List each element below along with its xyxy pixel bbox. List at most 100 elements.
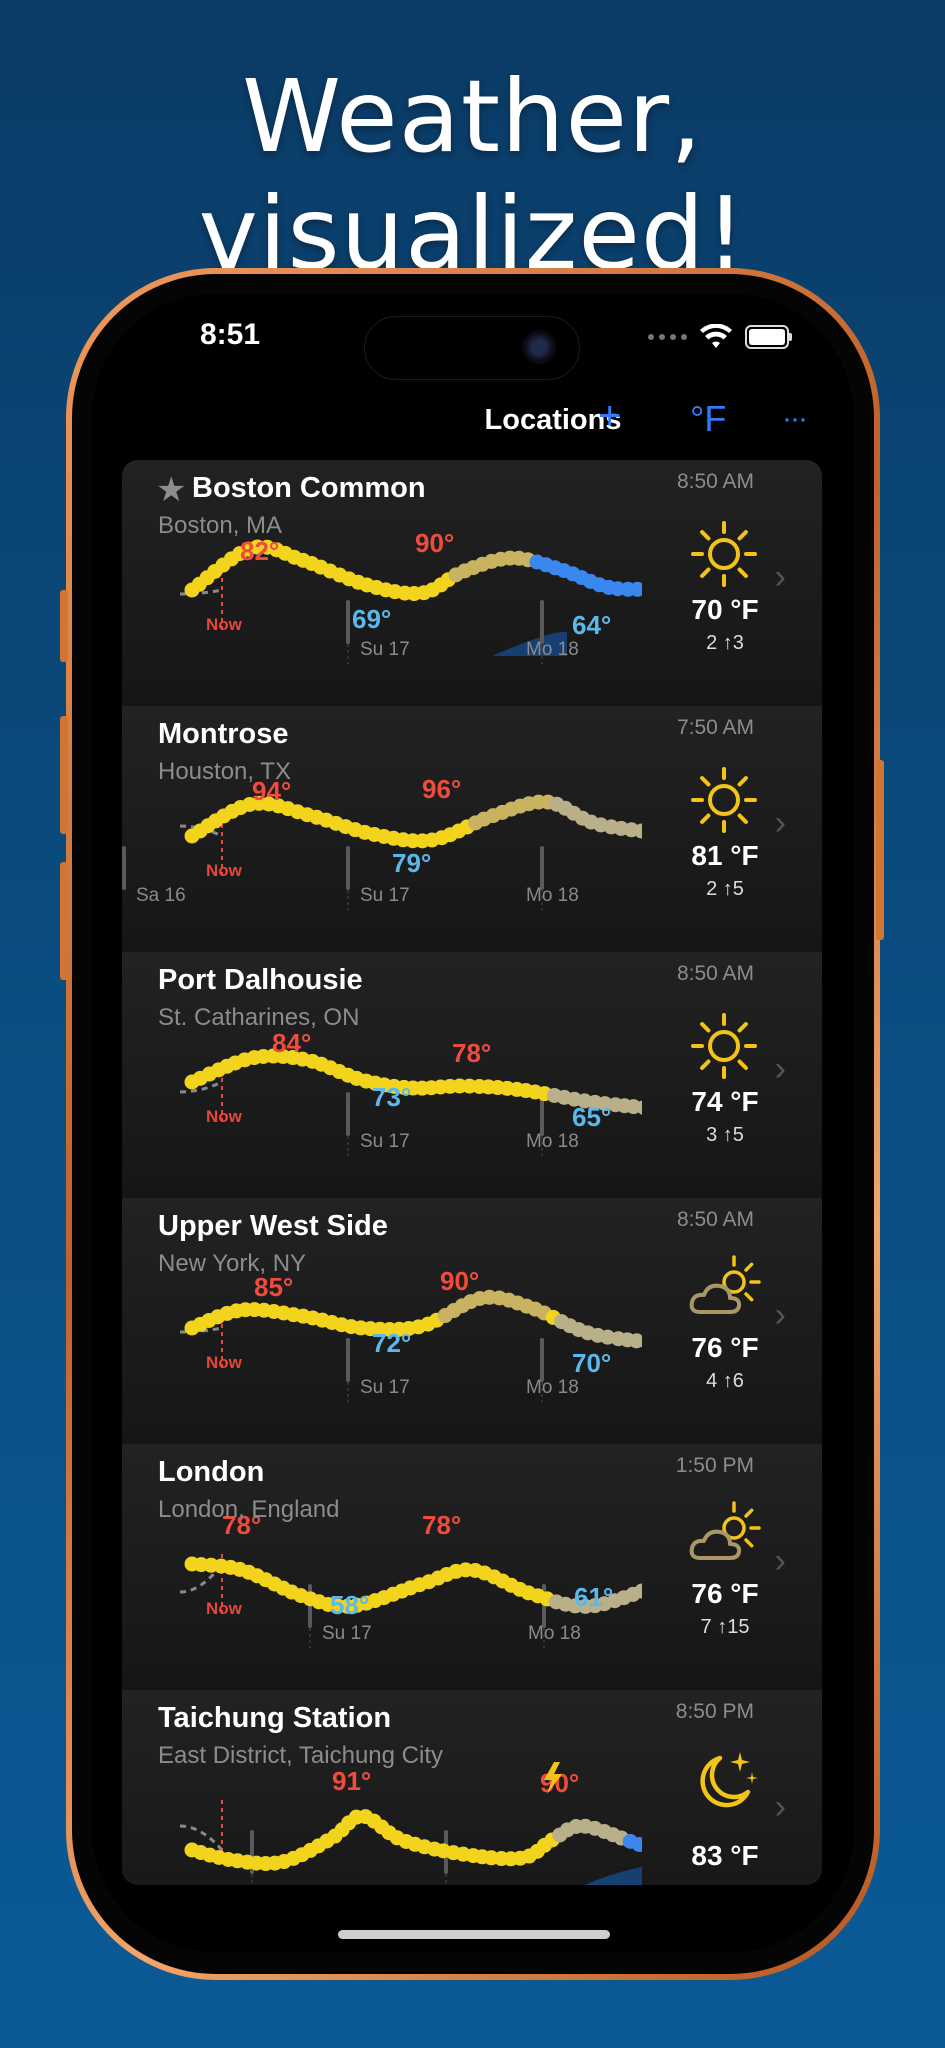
low-label: 70° xyxy=(572,1348,611,1378)
low-label: 61° xyxy=(574,1582,613,1612)
now-label: Now xyxy=(206,1353,243,1372)
high-label: 78° xyxy=(452,1038,491,1068)
low-label: 72° xyxy=(372,1328,411,1358)
day-divider xyxy=(346,600,350,644)
day-divider xyxy=(346,1092,350,1136)
current-temperature: 76 °F xyxy=(691,1578,759,1609)
location-subtitle: St. Catharines, ON xyxy=(158,1004,360,1031)
sun-icon xyxy=(691,767,757,833)
location-subtitle: London, England xyxy=(158,1496,340,1523)
sun-icon xyxy=(691,1013,757,1079)
more-button[interactable]: ··· xyxy=(782,402,808,436)
partly-cloudy-icon xyxy=(689,1255,761,1314)
location-title: Montrose xyxy=(158,718,289,750)
low-label: 64° xyxy=(572,610,611,640)
headline: Weather, visualized! xyxy=(198,58,747,292)
now-label: Now xyxy=(206,615,243,634)
local-time: 8:50 AM xyxy=(676,470,754,493)
high-label: 84° xyxy=(272,1028,311,1058)
location-title: Taichung Station xyxy=(158,1702,392,1734)
day-divider xyxy=(540,1338,544,1382)
nav-title: Locations xyxy=(484,404,622,436)
status-time: 8:51 xyxy=(200,318,261,351)
location-row-port-dalhousie[interactable]: 84° 78° 73° 65° Now Su 17 Mo 18 Port Dalhousie… xyxy=(122,952,822,1199)
day-label: Mo 18 xyxy=(528,1623,581,1644)
location-title: London xyxy=(158,1456,265,1488)
now-label: Now xyxy=(206,1107,243,1126)
low-label: 58° xyxy=(330,1590,369,1620)
location-subtitle: East District, Taichung City xyxy=(158,1742,443,1769)
battery-icon xyxy=(745,325,792,349)
day-label: Su 17 xyxy=(322,1623,372,1644)
high-label: 78° xyxy=(422,1510,461,1540)
local-time: 7:50 AM xyxy=(676,716,754,739)
signal-icon xyxy=(648,334,687,340)
volume-up-button xyxy=(60,716,68,834)
uv-index: 7 ↑15 xyxy=(700,1616,750,1638)
low-label: 79° xyxy=(392,848,431,878)
uv-index: 3 ↑5 xyxy=(706,1124,744,1146)
unit-toggle-button[interactable]: °F xyxy=(690,398,726,440)
moon-stars-icon xyxy=(700,1752,758,1808)
local-time: 1:50 PM xyxy=(675,1454,754,1477)
star-icon: ★ xyxy=(156,471,187,509)
day-divider xyxy=(540,846,544,890)
volume-down-button xyxy=(60,862,68,980)
location-row-montrose[interactable]: 94° 96° 79° Now Su 17 Mo 18 Sa 16 Montrose Hou… xyxy=(122,706,822,953)
high-label: 90° xyxy=(540,1768,579,1798)
high-label: 90° xyxy=(415,528,454,558)
home-indicator[interactable] xyxy=(338,1930,610,1939)
current-temperature: 81 °F xyxy=(691,840,759,871)
location-title: Boston Common xyxy=(192,472,426,504)
chevron-right-icon: › xyxy=(774,558,786,596)
high-label: 90° xyxy=(440,1266,479,1296)
partly-cloudy-icon xyxy=(689,1501,761,1560)
location-subtitle: New York, NY xyxy=(158,1250,307,1277)
chevron-right-icon: › xyxy=(774,1296,786,1334)
uv-index: 2 ↑5 xyxy=(706,878,744,900)
locations-list: 82° 90° 69° 64° Now Su 17 Mo 18 ★ Boston Commo… xyxy=(122,460,822,1885)
now-label: Now xyxy=(206,861,243,880)
current-temperature: 74 °F xyxy=(691,1086,759,1117)
day-label: Mo 18 xyxy=(526,639,579,660)
day-label: Su 17 xyxy=(360,885,410,906)
local-time: 8:50 AM xyxy=(676,962,754,985)
now-label: Now xyxy=(206,1599,243,1618)
high-label: 96° xyxy=(422,774,461,804)
day-label: Mo 18 xyxy=(526,885,579,906)
chevron-right-icon: › xyxy=(774,1788,786,1826)
chevron-right-icon: › xyxy=(774,1542,786,1580)
camera-icon xyxy=(522,330,556,364)
location-title: Upper West Side xyxy=(158,1210,388,1242)
power-button xyxy=(876,760,884,940)
location-row-upper-west-side[interactable]: 85° 90° 72° 70° Now Su 17 Mo 18 Upper West Sid… xyxy=(122,1198,822,1445)
high-label: 91° xyxy=(332,1766,371,1796)
day-label: Su 17 xyxy=(360,1377,410,1398)
high-label: 82° xyxy=(240,536,279,566)
low-label: 65° xyxy=(572,1102,611,1132)
day-label: Su 17 xyxy=(360,639,410,660)
day-divider xyxy=(122,846,126,890)
location-row-boston-common[interactable]: 82° 90° 69° 64° Now Su 17 Mo 18 ★ Boston Commo… xyxy=(122,460,822,707)
day-label: Su 17 xyxy=(360,1131,410,1152)
wifi-icon xyxy=(700,324,732,348)
current-temperature: 76 °F xyxy=(691,1332,759,1363)
location-subtitle: Boston, MA xyxy=(158,512,283,539)
action-button xyxy=(60,590,68,662)
day-label: Sa 16 xyxy=(136,885,186,906)
day-label: Mo 18 xyxy=(526,1377,579,1398)
current-temperature: 83 °F xyxy=(691,1840,759,1871)
location-subtitle: Houston, TX xyxy=(158,758,291,785)
location-row-london[interactable]: 78° 78° 58° 61° Now Su 17 Mo 18 London London,… xyxy=(122,1444,822,1691)
local-time: 8:50 AM xyxy=(676,1208,754,1231)
location-row-taichung-station[interactable]: 91° 90° Taichung Station East District, T… xyxy=(122,1690,822,1885)
sun-icon xyxy=(691,521,757,587)
uv-index: 4 ↑6 xyxy=(706,1370,744,1392)
add-location-button[interactable]: + xyxy=(598,394,621,439)
low-label: 73° xyxy=(372,1082,411,1112)
location-title: Port Dalhousie xyxy=(158,964,363,996)
chevron-right-icon: › xyxy=(774,1050,786,1088)
local-time: 8:50 PM xyxy=(675,1700,754,1723)
phone-screen: 8:51 Locations + °F ··· 82° 90° 69° 64° Now S… xyxy=(92,294,854,1952)
chevron-right-icon: › xyxy=(774,804,786,842)
